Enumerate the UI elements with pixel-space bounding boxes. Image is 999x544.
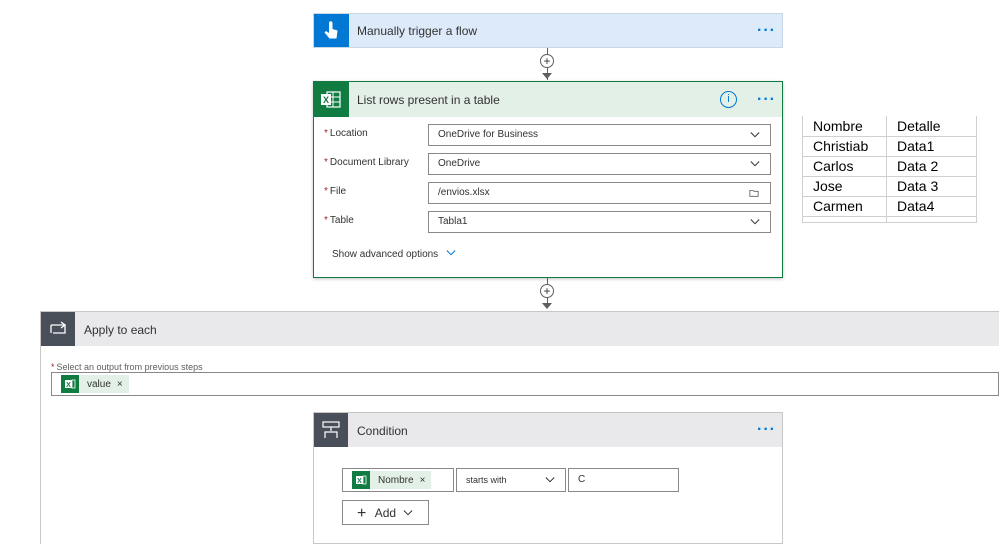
svg-text:X: X <box>357 478 362 485</box>
add-condition-button[interactable]: + Add <box>342 500 429 525</box>
plus-icon: + <box>357 505 367 522</box>
location-dropdown[interactable]: OneDrive for Business <box>428 124 771 146</box>
table-cell: Data4 <box>886 196 977 217</box>
loop-icon <box>41 312 75 346</box>
nombre-token[interactable]: X Nombre × <box>352 471 432 489</box>
info-icon[interactable]: i <box>720 91 737 108</box>
apply-to-each-header[interactable]: Apply to each <box>41 312 999 346</box>
table-header-cell: Nombre <box>802 116 887 137</box>
table-cell: Christiab <box>802 136 887 157</box>
table-label: * Table <box>324 215 354 226</box>
trigger-title: Manually trigger a flow <box>357 24 478 38</box>
condition-card: Condition ··· X Nombre × starts with C +… <box>313 412 783 544</box>
table-row: Jose Data 3 <box>802 176 977 197</box>
table-cell: Data 3 <box>886 176 977 197</box>
condition-icon <box>314 413 348 447</box>
value-token-label: value <box>87 378 111 390</box>
table-row: Carmen Data4 <box>802 196 977 217</box>
table-row: Christiab Data1 <box>802 136 977 157</box>
list-rows-card: X List rows present in a table i ··· * Lo… <box>313 81 783 278</box>
list-rows-title: List rows present in a table <box>357 93 500 107</box>
condition-menu-dots-icon[interactable]: ··· <box>757 422 776 438</box>
add-step-plus-icon[interactable]: + <box>540 54 554 68</box>
value-token[interactable]: X value × <box>61 375 129 393</box>
file-input[interactable]: /envios.xlsx <box>428 182 771 204</box>
condition-title: Condition <box>357 424 408 438</box>
add-step-plus-icon[interactable]: + <box>540 284 554 298</box>
svg-text:X: X <box>66 382 71 389</box>
table-header-cell: Detalle <box>886 116 977 137</box>
folder-icon[interactable] <box>748 188 760 198</box>
chevron-down-icon <box>446 250 456 256</box>
condition-right-operand[interactable]: C <box>568 468 679 492</box>
table-cell: Data 2 <box>886 156 977 177</box>
condition-header[interactable]: Condition ··· <box>314 413 782 447</box>
chevron-down-icon <box>545 477 555 483</box>
document-library-dropdown[interactable]: OneDrive <box>428 153 771 175</box>
spreadsheet-table: Nombre Detalle Christiab Data1 Carlos Da… <box>802 116 977 223</box>
document-library-label: * Document Library <box>324 157 409 168</box>
location-label: * Location <box>324 128 368 139</box>
condition-operator-dropdown[interactable]: starts with <box>456 468 566 492</box>
chevron-down-icon <box>750 161 760 167</box>
arrow-down-icon <box>542 303 552 309</box>
select-output-input[interactable]: X value × <box>51 372 999 396</box>
remove-token-close-icon[interactable]: × <box>117 379 123 390</box>
chevron-down-icon <box>750 132 760 138</box>
excel-icon: X <box>352 471 370 489</box>
remove-token-close-icon[interactable]: × <box>420 475 426 486</box>
table-cell: Carmen <box>802 196 887 217</box>
select-output-label: * Select an output from previous steps <box>51 362 203 372</box>
svg-text:X: X <box>323 95 329 105</box>
trigger-menu-dots-icon[interactable]: ··· <box>757 23 776 39</box>
chevron-down-icon <box>750 219 760 225</box>
apply-to-each-title: Apply to each <box>84 323 157 337</box>
arrow-down-icon <box>542 73 552 79</box>
file-label: * File <box>324 186 347 197</box>
table-dropdown[interactable]: Tabla1 <box>428 211 771 233</box>
table-row <box>802 216 977 223</box>
show-advanced-options-link[interactable]: Show advanced options <box>332 249 456 260</box>
table-cell: Data1 <box>886 136 977 157</box>
touch-icon <box>314 14 349 47</box>
table-row: Carlos Data 2 <box>802 156 977 177</box>
table-cell: Jose <box>802 176 887 197</box>
list-rows-menu-dots-icon[interactable]: ··· <box>757 92 776 108</box>
excel-icon: X <box>61 375 79 393</box>
list-rows-header[interactable]: X List rows present in a table i ··· <box>314 82 782 117</box>
chevron-down-icon <box>403 510 413 516</box>
add-button-label: Add <box>374 506 397 520</box>
table-header-row: Nombre Detalle <box>802 116 977 137</box>
trigger-card[interactable]: Manually trigger a flow ··· <box>313 13 783 48</box>
condition-left-operand[interactable]: X Nombre × <box>342 468 454 492</box>
table-cell: Carlos <box>802 156 887 177</box>
excel-icon: X <box>314 82 349 117</box>
nombre-token-label: Nombre <box>378 474 414 486</box>
